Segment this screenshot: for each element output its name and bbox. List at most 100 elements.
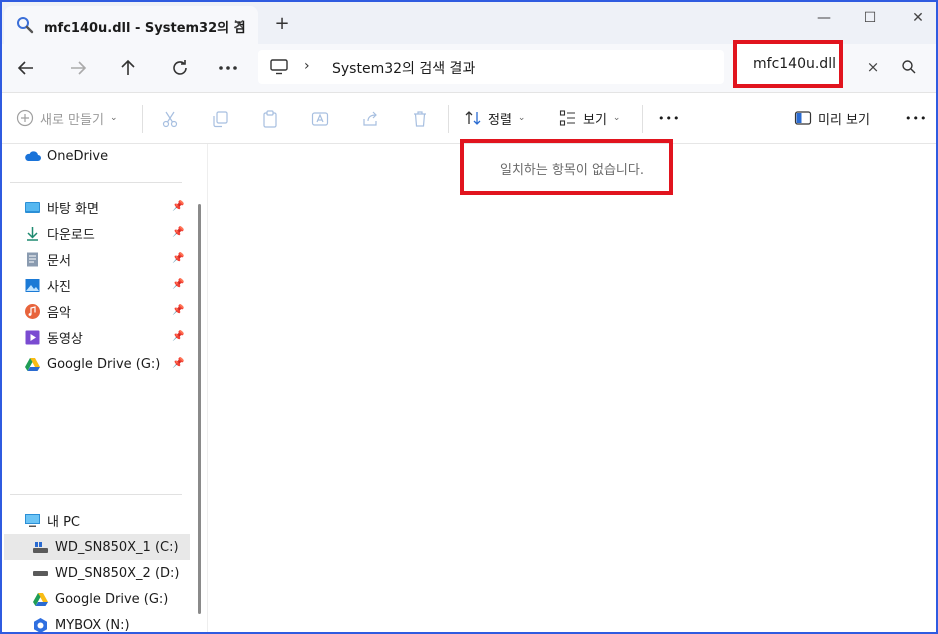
sidebar-item-label: WD_SN850X_2 (D:) [55, 565, 180, 581]
maximize-button[interactable]: ☐ [856, 8, 884, 28]
sort-button[interactable]: 정렬 ⌄ [464, 107, 525, 129]
close-window-button[interactable]: ✕ [904, 8, 932, 28]
video-icon [25, 330, 40, 344]
sidebar-item-google-drive[interactable]: Google Drive (G:) [24, 352, 160, 376]
view-label: 보기 [583, 112, 607, 128]
see-more-button[interactable]: ••• [905, 107, 927, 129]
sort-label: 정렬 [488, 112, 512, 128]
google-drive-icon [25, 357, 40, 371]
sidebar-item-this-pc[interactable]: 내 PC [24, 508, 80, 532]
pin-icon[interactable]: 📌 [172, 358, 184, 370]
breadcrumb-chevron[interactable]: › [304, 58, 310, 74]
search-input[interactable]: mfc140u.dll [733, 40, 843, 88]
explorer-window: mfc140u.dll - System32의 검 × + — ☐ ✕ › Sy… [0, 0, 938, 634]
chevron-down-icon: ⌄ [612, 113, 621, 123]
navigation-bar: › System32의 검색 결과 mfc140u.dll × [2, 40, 936, 93]
divider [10, 182, 182, 183]
sidebar-item-downloads[interactable]: 다운로드 [24, 221, 95, 245]
sidebar-item-label: Google Drive (G:) [55, 591, 169, 607]
document-icon [27, 252, 38, 266]
preview-pane-button[interactable]: 미리 보기 [794, 107, 870, 129]
drive-icon [33, 541, 48, 553]
sidebar-item-label: 동영상 [47, 331, 83, 347]
sidebar-item-drive-c[interactable]: WD_SN850X_1 (C:) [32, 535, 179, 559]
search-icon [17, 17, 34, 34]
separator [142, 105, 143, 133]
sidebar-item-drive-d[interactable]: WD_SN850X_2 (D:) [32, 561, 180, 585]
back-button[interactable] [14, 56, 38, 80]
navigation-pane: OneDrive 바탕 화면 📌 다운로드 📌 문서 📌 사진 📌 음악 📌 동… [2, 144, 202, 632]
share-icon[interactable] [361, 110, 379, 128]
forward-button[interactable] [66, 56, 90, 80]
new-button[interactable]: 새로 만들기 ⌄ [16, 107, 117, 129]
address-bar[interactable]: › System32의 검색 결과 [258, 50, 724, 84]
drive-icon [33, 570, 48, 576]
tab-close-button[interactable]: × [230, 15, 248, 33]
preview-label: 미리 보기 [818, 112, 870, 128]
sidebar-item-label: 음악 [47, 305, 71, 321]
separator [642, 105, 643, 133]
more-options-icon[interactable] [216, 56, 240, 80]
search-value: mfc140u.dll [753, 56, 836, 72]
pin-icon[interactable]: 📌 [172, 201, 184, 213]
pane-splitter[interactable] [207, 144, 208, 632]
command-bar: 새로 만들기 ⌄ 정렬 ⌄ 보기 ⌄ ••• 미리 보기 ••• [2, 93, 936, 144]
view-list-icon [559, 110, 575, 126]
tab-active[interactable]: mfc140u.dll - System32의 검 × [4, 6, 258, 44]
pin-icon[interactable]: 📌 [172, 331, 184, 343]
sidebar-item-music[interactable]: 음악 [24, 299, 71, 323]
new-tab-button[interactable]: + [272, 14, 292, 34]
tab-title: mfc140u.dll - System32의 검 [44, 21, 246, 36]
clear-search-button[interactable]: × [864, 58, 882, 76]
breadcrumb-location[interactable]: System32의 검색 결과 [332, 58, 475, 78]
pin-icon[interactable]: 📌 [172, 305, 184, 317]
download-icon [27, 226, 38, 241]
sidebar-item-desktop[interactable]: 바탕 화면 [24, 195, 99, 219]
chevron-down-icon: ⌄ [109, 113, 118, 123]
sidebar-item-label: WD_SN850X_1 (C:) [55, 539, 179, 555]
desktop-icon [25, 201, 40, 213]
sidebar-item-label: 내 PC [47, 514, 81, 530]
sidebar-scrollbar[interactable] [198, 204, 201, 614]
monitor-icon [270, 59, 288, 75]
sidebar-item-label: MYBOX (N:) [55, 617, 130, 633]
preview-pane-icon [794, 111, 812, 125]
up-button[interactable] [116, 56, 140, 80]
sidebar-item-onedrive[interactable]: OneDrive [24, 144, 108, 168]
plus-circle-icon [16, 109, 34, 127]
new-button-label: 새로 만들기 [40, 112, 104, 128]
chevron-down-icon: ⌄ [517, 113, 526, 123]
sort-icon [465, 111, 481, 125]
sidebar-item-label: 다운로드 [47, 227, 95, 243]
empty-result-box: 일치하는 항목이 없습니다. [460, 139, 673, 195]
sidebar-item-label: 문서 [47, 253, 71, 269]
pin-icon[interactable]: 📌 [172, 253, 184, 265]
rename-icon[interactable] [311, 110, 329, 128]
copy-icon[interactable] [211, 110, 229, 128]
sidebar-item-drive-g[interactable]: Google Drive (G:) [32, 587, 168, 611]
paste-icon[interactable] [261, 110, 279, 128]
separator [448, 105, 449, 133]
cloud-icon [25, 150, 41, 161]
sidebar-item-pictures[interactable]: 사진 [24, 273, 71, 297]
pin-icon[interactable]: 📌 [172, 279, 184, 291]
refresh-button[interactable] [168, 56, 192, 80]
computer-icon [25, 513, 40, 527]
music-icon [25, 303, 40, 319]
delete-icon[interactable] [411, 110, 429, 128]
picture-icon [25, 278, 40, 292]
view-button[interactable]: 보기 ⌄ [559, 107, 620, 129]
sidebar-item-label: 사진 [47, 279, 71, 295]
minimize-button[interactable]: — [810, 8, 838, 28]
google-drive-icon [33, 592, 48, 606]
more-commands-button[interactable]: ••• [658, 107, 680, 129]
cut-icon[interactable] [161, 110, 179, 128]
sidebar-item-drive-n[interactable]: MYBOX (N:) [32, 613, 130, 633]
title-bar: mfc140u.dll - System32의 검 × + — ☐ ✕ [2, 2, 936, 44]
sidebar-item-documents[interactable]: 문서 [24, 247, 71, 271]
search-icon[interactable] [900, 58, 918, 76]
sidebar-item-videos[interactable]: 동영상 [24, 325, 83, 349]
empty-message: 일치하는 항목이 없습니다. [500, 163, 644, 178]
pin-icon[interactable]: 📌 [172, 227, 184, 239]
mybox-icon [34, 617, 47, 632]
